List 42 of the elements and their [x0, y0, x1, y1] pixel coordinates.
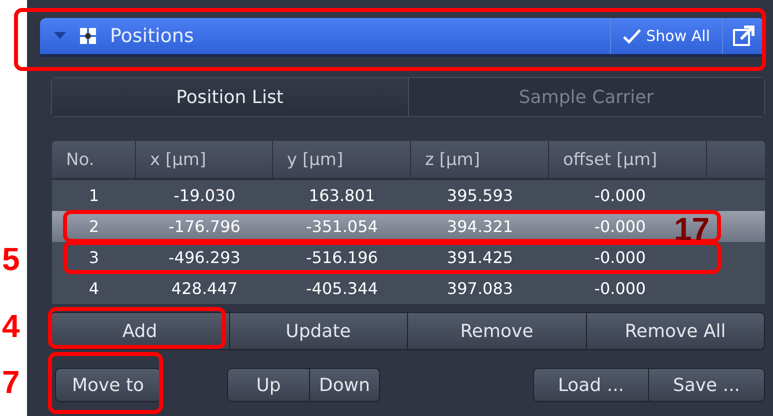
table-cell-text: -496.293	[168, 248, 242, 266]
table-cell-text: 394.321	[446, 218, 514, 236]
column-header[interactable]: x [µm]	[136, 141, 273, 178]
table-row[interactable]: 1 -19.030 163.801 395.593 -0.000	[52, 180, 765, 211]
table-cell-text: -351.054	[305, 218, 379, 236]
callout-number: 4	[2, 309, 20, 343]
table-cell-text: -0.000	[593, 218, 647, 236]
table-cell-text: 428.447	[170, 280, 239, 298]
table-cell-text: -405.344	[305, 280, 379, 298]
show-all-toggle[interactable]: Show All	[610, 18, 722, 54]
table-cell-text: -0.000	[593, 186, 647, 204]
list-button[interactable]: Remove	[408, 313, 586, 349]
table-cell-text: 163.801	[308, 186, 376, 204]
table-cell-text: 395.593	[446, 186, 514, 204]
order-button[interactable]: Down	[310, 369, 380, 401]
list-button[interactable]: Update	[230, 313, 408, 349]
file-button[interactable]: Save ...	[649, 369, 764, 401]
grid-icon	[80, 28, 96, 44]
table-cell-text: -0.000	[593, 280, 647, 298]
column-header[interactable]: y [µm]	[273, 141, 411, 178]
table-cell-text: 397.083	[446, 280, 514, 298]
order-button[interactable]: Up	[228, 369, 310, 401]
table-cell-text: -516.196	[305, 248, 379, 266]
table-cell-text: -19.030	[172, 186, 236, 204]
table-cell-text: 1	[88, 186, 100, 204]
callout-number: 7	[2, 365, 20, 399]
table-cell-text: 4	[88, 280, 100, 298]
callout-number: 5	[2, 242, 20, 276]
panel-title: Positions	[110, 25, 194, 47]
list-button[interactable]: Remove All	[586, 313, 764, 349]
table-cell-text: 3	[88, 248, 100, 266]
table-cell-text: 391.425	[446, 248, 514, 266]
move-to-button[interactable]: Move to	[55, 368, 161, 402]
table-cell-text: -176.796	[168, 218, 242, 236]
column-header[interactable]: offset [µm]	[549, 141, 707, 178]
table-row[interactable]: 4 428.447 -405.344 397.083 -0.000	[52, 273, 765, 304]
column-header[interactable]: z [µm]	[411, 141, 549, 178]
tab[interactable]: Position List	[52, 78, 408, 116]
table-cell-text: 2	[88, 218, 100, 236]
file-button[interactable]: Load ...	[534, 369, 649, 401]
table-cell-text: -0.000	[593, 248, 647, 266]
column-header[interactable]: No.	[52, 141, 136, 178]
